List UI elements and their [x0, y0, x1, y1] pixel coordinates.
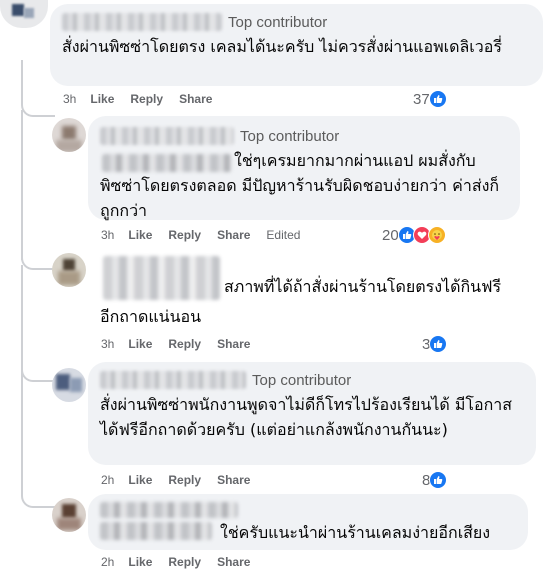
comment-actions: 2h Like Reply Share: [101, 555, 266, 569]
comment-text: สั่งผ่านพิซซ่าพนักงานพูดจาไม่ดีก็โทรไปร้…: [100, 395, 513, 439]
share-button[interactable]: Share: [217, 555, 250, 569]
comment-bubble: Top contributor ใช่ๆเครมยากมากผ่านแอป ผม…: [88, 116, 520, 220]
reaction-count: 20: [382, 226, 399, 244]
avatar[interactable]: [52, 498, 86, 532]
like-button[interactable]: Like: [128, 228, 152, 242]
avatar[interactable]: [0, 0, 48, 28]
author-name[interactable]: [100, 127, 234, 145]
reaction-summary[interactable]: 37: [413, 90, 447, 108]
share-button[interactable]: Share: [217, 473, 250, 487]
reply-button[interactable]: Reply: [130, 92, 163, 106]
comment-text: สั่งผ่านพิซซ่าโดยตรง เคลมได้นะครับ ไม่คว…: [62, 37, 502, 56]
avatar[interactable]: [52, 118, 86, 152]
comment-bubble: Top contributor สั่งผ่านพิซซ่าพนักงานพูด…: [88, 362, 536, 465]
mention-name[interactable]: [100, 522, 212, 540]
thread-line: [21, 378, 55, 508]
timestamp[interactable]: 2h: [101, 555, 114, 569]
comment-bubble: ใช่ครับแนะนำผ่านร้านเคลมง่ายอีกเสียง: [88, 494, 528, 550]
like-button[interactable]: Like: [128, 473, 152, 487]
reaction-count: 37: [413, 90, 430, 108]
reply-button[interactable]: Reply: [168, 228, 201, 242]
comment-text: ใช่ครับแนะนำผ่านร้านเคลมง่ายอีกเสียง: [220, 523, 491, 542]
share-button[interactable]: Share: [179, 92, 212, 106]
timestamp[interactable]: 3h: [63, 92, 76, 106]
like-icon: [429, 335, 448, 353]
comment-bubble: Top contributor สั่งผ่านพิซซ่าโดยตรง เคล…: [50, 4, 543, 86]
top-contributor-badge: Top contributor: [252, 371, 352, 389]
timestamp[interactable]: 2h: [101, 473, 114, 487]
like-button[interactable]: Like: [90, 92, 114, 106]
reaction-summary[interactable]: 8: [422, 471, 448, 489]
like-icon: [428, 90, 447, 108]
thread-line: [21, 265, 55, 380]
comment-actions: 2h Like Reply Share: [101, 473, 266, 487]
timestamp[interactable]: 3h: [101, 337, 114, 351]
avatar[interactable]: [52, 253, 86, 287]
comment-bubble: สภาพที่ได้ถ้าสั่งผ่านร้านโดยตรงได้กินฟรี…: [88, 250, 518, 328]
author-name[interactable]: [62, 13, 222, 31]
reply-button[interactable]: Reply: [168, 555, 201, 569]
like-icon: [429, 471, 448, 489]
author-name[interactable]: [100, 502, 238, 518]
author-name[interactable]: [100, 371, 246, 389]
comment-text: สภาพที่ได้ถ้าสั่งผ่านร้านโดยตรงได้กินฟรี…: [100, 277, 502, 326]
avatar[interactable]: [52, 368, 86, 402]
reply-button[interactable]: Reply: [168, 337, 201, 351]
top-contributor-badge: Top contributor: [240, 127, 340, 145]
share-button[interactable]: Share: [217, 337, 250, 351]
comment-actions: 3h Like Reply Share Edited: [101, 228, 316, 242]
timestamp[interactable]: 3h: [101, 228, 114, 242]
reaction-summary[interactable]: 3: [422, 335, 448, 353]
reaction-summary[interactable]: 20: [382, 226, 446, 244]
edited-label[interactable]: Edited: [266, 228, 300, 242]
thread-line: [21, 110, 55, 260]
like-button[interactable]: Like: [128, 337, 152, 351]
like-button[interactable]: Like: [128, 555, 152, 569]
comment-actions: 3h Like Reply Share: [63, 92, 228, 106]
mention-name[interactable]: [102, 154, 232, 172]
share-button[interactable]: Share: [217, 228, 250, 242]
top-contributor-badge: Top contributor: [228, 13, 328, 31]
comment-actions: 3h Like Reply Share: [101, 337, 266, 351]
reply-button[interactable]: Reply: [168, 473, 201, 487]
care-icon: [427, 226, 446, 244]
